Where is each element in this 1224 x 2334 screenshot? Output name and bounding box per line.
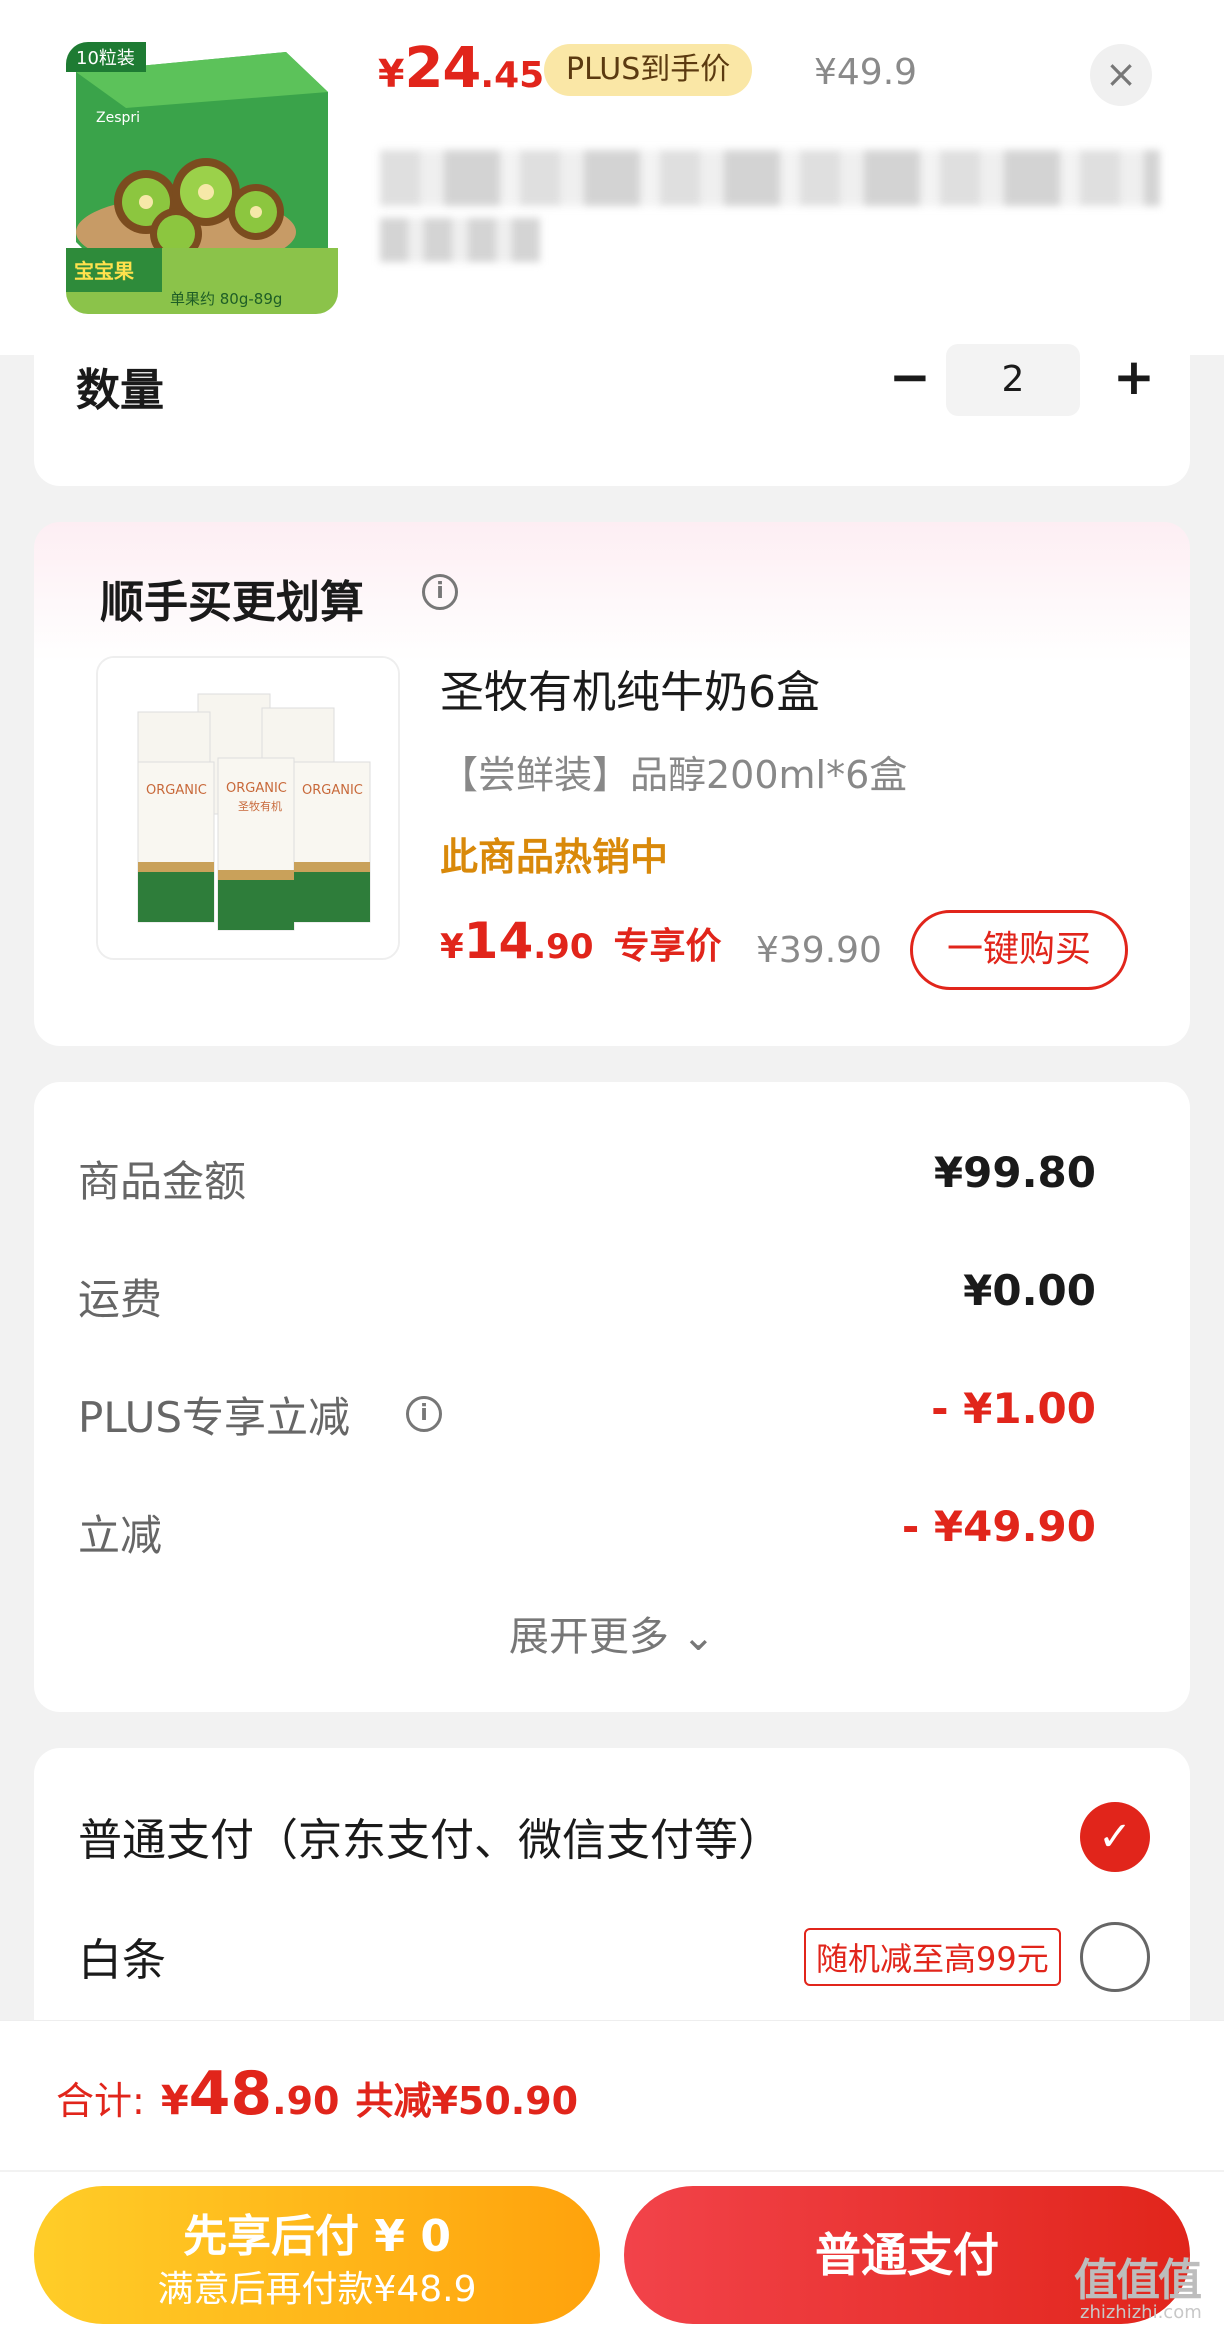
total-saved: 共减¥50.90 [355,2079,579,2123]
milk-box-sub: 圣牧有机 [238,799,282,813]
info-icon: i [422,574,458,610]
upsell-product-spec: 【尝鲜装】品醇200ml*6盒 [440,753,908,797]
payment-option-normal[interactable]: 普通支付（京东支付、微信支付等） [78,1804,782,1868]
upsell-price-tag: 专享价 [613,926,722,967]
summary-row-discount: 立减 - ¥49.90 [34,1494,1190,1564]
quantity-label: 数量 [76,365,164,416]
close-button[interactable]: × [1090,44,1152,106]
total-yen: ¥ [160,2078,189,2124]
original-price: ¥49.9 [814,52,918,93]
milk-box-label-2: ORGANIC [226,781,287,796]
summary-value: ¥0.00 [963,1266,1096,1315]
quantity-value[interactable]: 2 [946,344,1080,416]
order-sheet: 10粒装 Zespri 宝宝果 单果约 80g-89g ¥ 24 .45 PLU… [0,0,1224,2334]
box-note: 单果约 80g-89g [170,290,282,308]
payment-option-baitiao[interactable]: 白条 [78,1924,166,1988]
selected-check-icon[interactable]: ✓ [1080,1802,1150,1872]
upsell-card: 顺手买更划算 i ORGANIC ORGANIC ORGANIC 圣牧有机 圣牧… [34,522,1190,1046]
pay-later-subtitle: 满意后再付款¥48.9 [157,2269,477,2310]
upsell-price-yen: ¥ [440,927,464,967]
total-dec: .90 [272,2079,340,2123]
summary-row-goods: 商品金额 ¥99.80 [34,1140,1190,1210]
blurred-product-title-line2 [380,218,540,262]
plus-price-tag: PLUS到手价 [544,44,753,96]
box-badge-top: 10粒装 [76,48,135,69]
baitiao-radio[interactable] [1080,1922,1150,1992]
payment-method-card: 普通支付（京东支付、微信支付等） ✓ 白条 随机减至高99元 [34,1748,1190,2028]
milk-box-label-1: ORGANIC [146,783,207,798]
upsell-price-int: 14 [463,912,534,970]
baitiao-promo-badge: 随机减至高99元 [804,1928,1061,1986]
summary-label: PLUS专享立减 [78,1393,351,1442]
blurred-product-title [380,150,1160,206]
one-click-buy-button[interactable]: 一键购买 [910,910,1128,990]
total-bar: 合计: ¥ 48 .90 共减¥50.90 [0,2020,1224,2170]
product-thumbnail: 10粒装 Zespri 宝宝果 单果约 80g-89g [66,42,338,314]
upsell-price: ¥ 14 .90 专享价 [440,912,722,970]
bottom-action-bar: 先享后付 ¥ 0 满意后再付款¥48.9 普通支付 [0,2172,1224,2334]
box-brand: Zespri [96,110,140,126]
product-header: 10粒装 Zespri 宝宝果 单果约 80g-89g ¥ 24 .45 PLU… [0,0,1224,355]
total-amount: 合计: ¥ 48 .90 共减¥50.90 [56,2059,578,2129]
pay-later-title: 先享后付 ¥ 0 [183,2211,451,2262]
pay-later-button[interactable]: 先享后付 ¥ 0 满意后再付款¥48.9 [34,2186,600,2324]
close-icon: × [1105,52,1137,96]
upsell-product-name[interactable]: 圣牧有机纯牛奶6盒 [440,656,820,720]
plus-info-icon[interactable]: i [406,1396,442,1432]
upsell-title: 顺手买更划算 [100,577,364,628]
upsell-original-price: ¥39.90 [756,930,882,971]
watermark-logo: 值值值 [1074,2255,1202,2306]
summary-label: 运费 [78,1275,163,1324]
upsell-info-button[interactable]: i [422,574,458,610]
price-yen: ¥ [378,52,405,96]
price-int: 24 [404,36,481,101]
box-badge-bottom: 宝宝果 [74,259,134,283]
header-price: ¥ 24 .45 [378,36,544,106]
quantity-card: 数量 − 2 + [34,330,1190,486]
upsell-hot-label: 此商品热销中 [440,835,669,879]
price-dec: .45 [480,55,545,96]
quantity-minus-button[interactable]: − [880,350,940,410]
summary-value: - ¥1.00 [931,1384,1096,1433]
kiwi-box-image: 10粒装 Zespri 宝宝果 单果约 80g-89g [66,42,338,314]
summary-row-plus-discount: PLUS专享立减 i - ¥1.00 [34,1376,1190,1446]
total-int: 48 [188,2059,273,2129]
total-label: 合计: [56,2079,145,2123]
summary-value: - ¥49.90 [901,1502,1096,1551]
upsell-price-dec: .90 [533,927,594,967]
summary-label: 商品金额 [78,1157,247,1206]
price-summary-card: 商品金额 ¥99.80 运费 ¥0.00 PLUS专享立减 i - ¥1.00 … [34,1082,1190,1712]
milk-product-image[interactable]: ORGANIC ORGANIC ORGANIC 圣牧有机 [96,656,400,960]
summary-label: 立减 [78,1511,163,1560]
expand-more-button[interactable]: 展开更多 ⌄ [34,1604,1190,1662]
summary-value: ¥99.80 [933,1148,1096,1197]
milk-boxes-image: ORGANIC ORGANIC ORGANIC 圣牧有机 [98,658,398,958]
watermark-url: zhizhizhi.com [1080,2302,1202,2323]
summary-row-shipping: 运费 ¥0.00 [34,1258,1190,1328]
milk-box-label-3: ORGANIC [302,783,363,798]
quantity-plus-button[interactable]: + [1104,350,1164,410]
